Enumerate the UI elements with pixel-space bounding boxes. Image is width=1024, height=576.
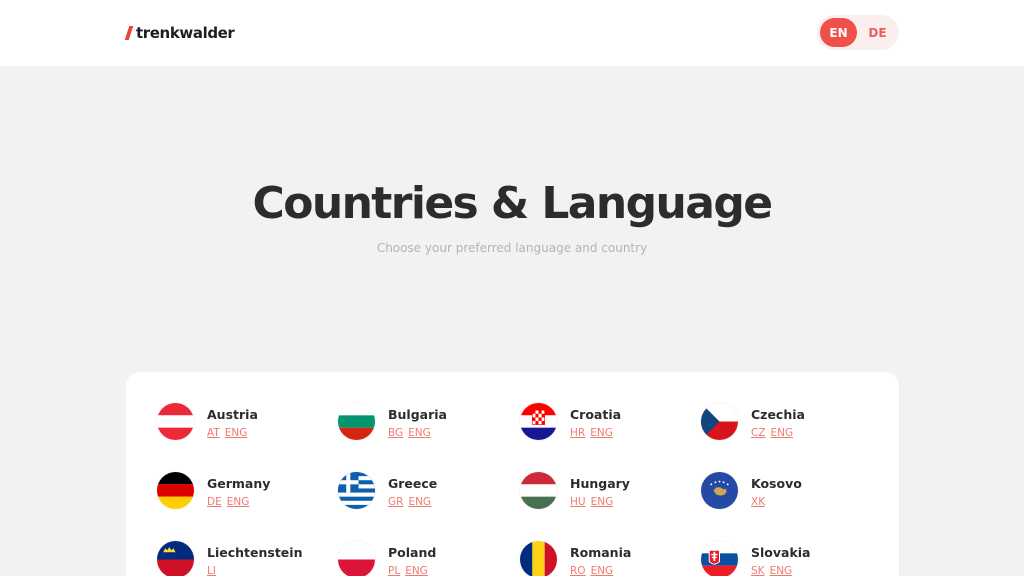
country-link-local[interactable]: DE	[207, 496, 222, 508]
country-item-romania: Romania RO ENG	[520, 541, 631, 576]
country-link-english[interactable]: ENG	[405, 565, 428, 576]
country-name: Greece	[388, 476, 438, 491]
slovakia-flag-icon	[701, 541, 738, 576]
country-link-local[interactable]: BG	[388, 427, 403, 439]
trenkwalder-logo[interactable]: trenkwalder	[124, 22, 235, 44]
language-de-button[interactable]: DE	[859, 18, 896, 47]
country-link-local[interactable]: LI	[207, 565, 216, 576]
country-name: Bulgaria	[388, 407, 447, 422]
country-link-english[interactable]: ENG	[227, 496, 250, 508]
country-link-english[interactable]: ENG	[770, 565, 793, 576]
poland-flag-icon	[338, 541, 375, 576]
language-en-button[interactable]: EN	[820, 18, 857, 47]
country-link-local[interactable]: PL	[388, 565, 400, 576]
country-item-kosovo: Kosovo XK	[701, 472, 802, 509]
country-item-bulgaria: Bulgaria BG ENG	[338, 403, 447, 440]
country-name: Liechtenstein	[207, 545, 303, 560]
country-link-english[interactable]: ENG	[408, 427, 431, 439]
country-link-local[interactable]: XK	[751, 496, 765, 508]
country-name: Slovakia	[751, 545, 811, 560]
logo-slash-icon	[124, 26, 134, 40]
site-header: trenkwalder EN DE	[0, 0, 1024, 66]
germany-flag-icon	[157, 472, 194, 509]
country-link-english[interactable]: ENG	[591, 565, 614, 576]
country-name: Croatia	[570, 407, 622, 422]
country-item-slovakia: Slovakia SK ENG	[701, 541, 811, 576]
country-link-english[interactable]: ENG	[590, 427, 613, 439]
romania-flag-icon	[520, 541, 557, 576]
country-item-croatia: Croatia HR ENG	[520, 403, 621, 440]
country-link-english[interactable]: ENG	[408, 496, 431, 508]
country-link-local[interactable]: SK	[751, 565, 765, 576]
country-item-hungary: Hungary HU ENG	[520, 472, 630, 509]
country-item-greece: Greece GR ENG	[338, 472, 437, 509]
bulgaria-flag-icon	[338, 403, 375, 440]
country-item-germany: Germany DE ENG	[157, 472, 270, 509]
country-link-local[interactable]: AT	[207, 427, 220, 439]
country-link-local[interactable]: GR	[388, 496, 403, 508]
country-name: Austria	[207, 407, 258, 422]
country-name: Hungary	[570, 476, 630, 491]
logo-text: trenkwalder	[136, 24, 235, 42]
croatia-flag-icon	[520, 403, 557, 440]
country-link-english[interactable]: ENG	[591, 496, 614, 508]
page-subtitle: Choose your preferred language and count…	[376, 241, 648, 255]
country-link-local[interactable]: HU	[570, 496, 586, 508]
page-title: Countries & Language	[252, 178, 774, 229]
kosovo-flag-icon	[701, 472, 738, 509]
country-link-english[interactable]: ENG	[771, 427, 794, 439]
country-item-liechtenstein: Liechtenstein LI	[157, 541, 302, 576]
country-name: Poland	[388, 545, 437, 560]
liechtenstein-flag-icon	[157, 541, 194, 576]
country-item-czechia: Czechia CZ ENG	[701, 403, 805, 440]
country-link-local[interactable]: CZ	[751, 427, 766, 439]
country-link-local[interactable]: RO	[570, 565, 586, 576]
greece-flag-icon	[338, 472, 375, 509]
language-switcher: EN DE	[817, 15, 899, 50]
czechia-flag-icon	[701, 403, 738, 440]
country-link-local[interactable]: HR	[570, 427, 585, 439]
austria-flag-icon	[157, 403, 194, 440]
country-name: Romania	[570, 545, 632, 560]
country-name: Kosovo	[751, 476, 802, 491]
country-link-english[interactable]: ENG	[225, 427, 248, 439]
country-name: Czechia	[751, 407, 805, 422]
countries-card: Austria AT ENG Bulgaria BG ENG Croatia HR E…	[126, 372, 899, 576]
country-item-poland: Poland PL ENG	[338, 541, 436, 576]
country-name: Germany	[207, 476, 271, 491]
country-item-austria: Austria AT ENG	[157, 403, 258, 440]
hungary-flag-icon	[520, 472, 557, 509]
